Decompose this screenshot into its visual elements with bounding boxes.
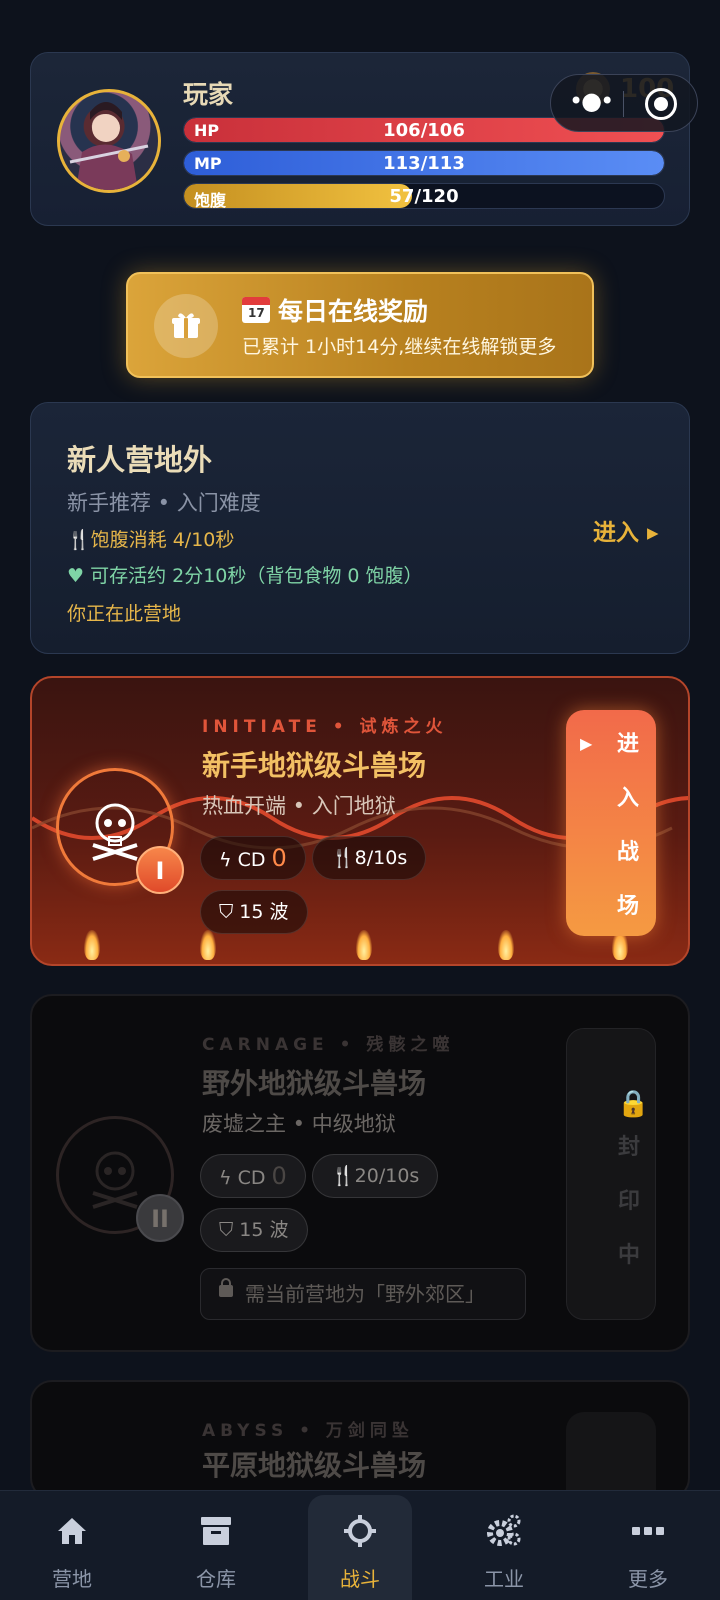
food-rate-text: 8/10s [354, 847, 408, 869]
enter-button-char: 场 [616, 894, 639, 919]
nav-label: 仓库 [196, 1567, 236, 1591]
lock-icon [219, 1278, 233, 1297]
enter-button-char: 战 [616, 840, 639, 865]
capsule-divider [623, 91, 624, 117]
arena-tier-badge: I [136, 846, 184, 894]
sealed-button [566, 1412, 656, 1498]
nav-label: 营地 [52, 1567, 92, 1591]
flame-decoration [200, 930, 216, 960]
camp-title: 新人营地外 [67, 443, 213, 477]
arena-title: 野外地狱级斗兽场 [202, 1067, 427, 1100]
waves-pill: ⛉ 15 波 [200, 1208, 308, 1252]
camp-survival-text: 可存活约 2分10秒（背包食物 0 饱腹） [90, 565, 423, 587]
camp-subtitle: 新手推荐 • 入门难度 [67, 491, 261, 515]
cd-label: CD [237, 1167, 266, 1189]
arena-tag: ABYSS • 万剑同坠 [202, 1421, 414, 1441]
nav-item-more[interactable]: 更多 [596, 1491, 700, 1600]
nav-label: 工业 [484, 1567, 524, 1591]
crosshair-icon [344, 1515, 376, 1547]
arena-card-carnage: II CARNAGE • 残骸之噬 野外地狱级斗兽场 废墟之主 • 中级地狱 ϟ… [30, 994, 690, 1352]
more-dots-icon[interactable]: •●• [569, 87, 614, 115]
cd-pill: ϟ CD 0 [200, 836, 306, 880]
waves-text: 15 波 [239, 1219, 289, 1241]
fork-knife-icon: 🍴 [331, 1165, 355, 1187]
arena-title: 平原地狱级斗兽场 [202, 1449, 427, 1482]
waves-text: 15 波 [239, 901, 289, 923]
enter-button-char: 进 [616, 732, 639, 757]
home-icon [58, 1518, 86, 1544]
food-rate-pill: 🍴20/10s [312, 1154, 439, 1198]
mp-bar: MP 113/113 [183, 150, 665, 176]
sealed-button-char: 封 [617, 1135, 640, 1160]
arena-subtitle: 废墟之主 • 中级地狱 [202, 1112, 396, 1136]
mp-value: 113/113 [383, 153, 465, 174]
camp-food-cost: 🍴饱腹消耗 4/10秒 [67, 525, 234, 552]
camp-food-cost-text: 饱腹消耗 4/10秒 [90, 529, 235, 551]
lock-requirement-note: 需当前营地为「野外郊区」 [200, 1268, 526, 1320]
food-rate-text: 20/10s [354, 1165, 420, 1187]
nav-label: 战斗 [340, 1567, 380, 1591]
camp-card[interactable]: 新人营地外 新手推荐 • 入门难度 🍴饱腹消耗 4/10秒 ♥ 可存活约 2分1… [30, 402, 690, 654]
camp-survival: ♥ 可存活约 2分10秒（背包食物 0 饱腹） [67, 561, 423, 588]
nav-label: 更多 [628, 1567, 668, 1591]
avatar[interactable] [57, 89, 161, 193]
flame-decoration [498, 930, 514, 960]
miniprogram-capsule: •●• [550, 74, 698, 132]
gears-icon [487, 1514, 521, 1546]
shield-icon: ⛉ [219, 1219, 240, 1241]
arena-card-abyss: ABYSS • 万剑同坠 平原地狱级斗兽场 [30, 1380, 690, 1500]
flame-decoration [84, 930, 100, 960]
waves-pill: ⛉ 15 波 [200, 890, 308, 934]
bottom-nav: 营地 仓库 战斗 工业 更多 [0, 1490, 720, 1600]
enter-button-char: 入 [616, 786, 639, 811]
heart-icon: ♥ [67, 565, 91, 587]
reward-title: 每日在线奖励 [242, 292, 428, 328]
player-name: 玩家 [183, 80, 234, 109]
arena-card-initiate[interactable]: I INITIATE • 试炼之火 新手地狱级斗兽场 热血开端 • 入门地狱 ϟ… [30, 676, 690, 966]
camp-enter-button[interactable]: 进入 ▸ [593, 513, 659, 547]
sealed-button-char: 中 [617, 1243, 640, 1268]
arena-title: 新手地狱级斗兽场 [202, 749, 427, 782]
cd-pill: ϟ CD 0 [200, 1154, 306, 1198]
lightning-icon: ϟ [219, 849, 238, 871]
cd-value: 0 [271, 1162, 287, 1190]
play-icon: ▶ [580, 734, 593, 753]
nav-item-camp[interactable]: 营地 [20, 1491, 124, 1600]
lightning-icon: ϟ [219, 1167, 238, 1189]
arena-tag: INITIATE • 试炼之火 [202, 717, 448, 737]
cd-value: 0 [271, 844, 287, 872]
arena-tag: CARNAGE • 残骸之噬 [202, 1035, 455, 1055]
lock-note-text: 需当前营地为「野外郊区」 [245, 1282, 485, 1306]
cd-label: CD [237, 849, 266, 871]
calendar-icon [242, 297, 270, 323]
more-icon [632, 1527, 664, 1535]
gift-icon [154, 294, 218, 358]
nav-item-industry[interactable]: 工业 [452, 1491, 556, 1600]
fork-knife-icon: 🍴 [331, 847, 355, 869]
flame-decoration [356, 930, 372, 960]
archive-icon [201, 1517, 231, 1545]
daily-reward-banner[interactable]: 每日在线奖励 已累计 1小时14分,继续在线解锁更多 [126, 272, 594, 378]
food-value: 57/120 [389, 186, 459, 207]
close-target-icon[interactable] [645, 88, 677, 120]
shield-icon: ⛉ [219, 901, 240, 923]
food-bar: 饱腹 57/120 [183, 183, 665, 209]
lock-icon: 🔒 [617, 1089, 650, 1119]
enter-arena-button[interactable]: ▶ 进 入 战 场 [566, 710, 656, 936]
reward-title-text: 每日在线奖励 [278, 297, 429, 326]
camp-current-note: 你正在此营地 [67, 603, 182, 625]
nav-item-warehouse[interactable]: 仓库 [164, 1491, 268, 1600]
arena-tier-badge: II [136, 1194, 184, 1242]
reward-subtitle: 已累计 1小时14分,继续在线解锁更多 [242, 336, 557, 358]
sealed-button: 🔒 封 印 中 [566, 1028, 656, 1320]
fork-knife-icon: 🍴 [67, 529, 91, 551]
sealed-button-char: 印 [617, 1189, 640, 1214]
nav-item-battle[interactable]: 战斗 [308, 1495, 412, 1600]
arena-subtitle: 热血开端 • 入门地狱 [202, 794, 396, 818]
food-rate-pill: 🍴8/10s [312, 836, 427, 880]
